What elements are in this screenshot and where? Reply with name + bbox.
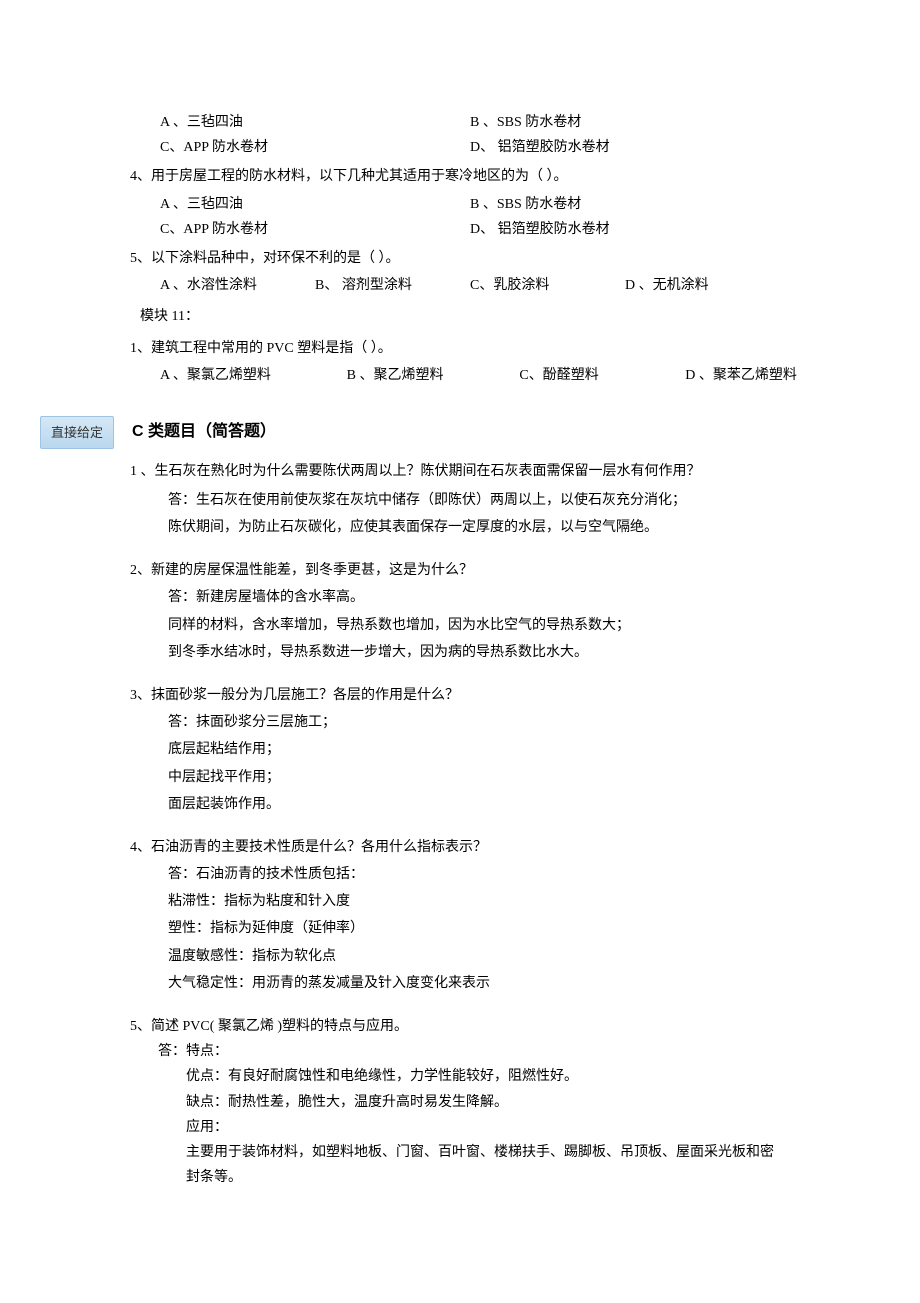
c2-question: 2、新建的房屋保温性能差，到冬季更甚，这是为什么？ [130, 558, 780, 583]
c5-question: 5、简述 PVC( 聚氯乙烯 )塑料的特点与应用。 [130, 1014, 780, 1039]
answer-line: 答：新建房屋墙体的含水率高。 [168, 585, 780, 610]
qa-1: 1 、生石灰在熟化时为什么需要陈伏两周以上？陈伏期间在石灰表面需保留一层水有何作… [140, 459, 780, 540]
answer-line: 底层起粘结作用； [168, 737, 780, 762]
qa-2: 2、新建的房屋保温性能差，到冬季更甚，这是为什么？ 答：新建房屋墙体的含水率高。… [140, 558, 780, 665]
option-d: D 、聚苯乙烯塑料 [685, 363, 851, 388]
c4-question: 4、石油沥青的主要技术性质是什么？各用什么指标表示？ [130, 835, 780, 860]
qa-3: 3、抹面砂浆一般分为几层施工？各层的作用是什么？ 答：抹面砂浆分三层施工； 底层… [140, 683, 780, 817]
option-a: A 、聚氯乙烯塑料 [160, 363, 347, 388]
module-11-heading: 模块 11： [140, 304, 780, 329]
option-d: D 、无机涂料 [625, 273, 780, 298]
option-a: A 、三毡四油 [160, 192, 470, 217]
page-root: A 、三毡四油 B 、SBS 防水卷材 C、APP 防水卷材 D、 铝箔塑胶防水… [0, 0, 920, 1268]
answer-line: 陈伏期间，为防止石灰碳化，应使其表面保存一定厚度的水层，以与空气隔绝。 [168, 515, 780, 540]
answer-line: 应用： [186, 1115, 780, 1140]
option-d: D、 铝箔塑胶防水卷材 [470, 135, 780, 160]
option-b: B 、SBS 防水卷材 [470, 110, 780, 135]
c3-answer: 答：抹面砂浆分三层施工； 底层起粘结作用； 中层起找平作用； 面层起装饰作用。 [168, 710, 780, 817]
question-4: 4、用于房屋工程的防水材料，以下几种尤其适用于寒冷地区的为（ ）。 [130, 164, 780, 189]
option-c: C、酚醛塑料 [519, 363, 685, 388]
answer-line: 优点：有良好耐腐蚀性和电绝缘性，力学性能较好，阻燃性好。 [186, 1064, 780, 1089]
option-c: C、乳胶涂料 [470, 273, 625, 298]
option-c: C、APP 防水卷材 [160, 135, 470, 160]
option-row: A 、三毡四油 B 、SBS 防水卷材 [160, 192, 780, 217]
c1-answer: 答：生石灰在使用前使灰浆在灰坑中储存（即陈伏）两周以上，以使石灰充分消化； 陈伏… [168, 488, 780, 540]
answer-line: 面层起装饰作用。 [168, 792, 780, 817]
option-b: B、 溶剂型涂料 [315, 273, 470, 298]
answer-line: 答：特点： [158, 1039, 780, 1064]
section-c-heading-row: 直接给定 C 类题目（简答题） [40, 416, 780, 449]
content-column: A 、三毡四油 B 、SBS 防水卷材 C、APP 防水卷材 D、 铝箔塑胶防水… [140, 110, 780, 1190]
answer-line: 粘滞性：指标为粘度和针入度 [168, 889, 780, 914]
option-row: A 、三毡四油 B 、SBS 防水卷材 [160, 110, 780, 135]
option-row: C、APP 防水卷材 D、 铝箔塑胶防水卷材 [160, 135, 780, 160]
answer-line: 答：石油沥青的技术性质包括： [168, 862, 780, 887]
answer-line: 大气稳定性：用沥青的蒸发减量及针入度变化来表示 [168, 971, 780, 996]
question-5: 5、以下涂料品种中，对环保不利的是（ ）。 [130, 246, 780, 271]
answer-line: 答：抹面砂浆分三层施工； [168, 710, 780, 735]
answer-line: 主要用于装饰材料，如塑料地板、门窗、百叶窗、楼梯扶手、踢脚板、吊顶板、屋面采光板… [186, 1140, 780, 1190]
option-b: B 、SBS 防水卷材 [470, 192, 780, 217]
answer-line: 塑性：指标为延伸度（延伸率） [168, 916, 780, 941]
c4-answer: 答：石油沥青的技术性质包括： 粘滞性：指标为粘度和针入度 塑性：指标为延伸度（延… [168, 862, 780, 996]
answer-line: 温度敏感性：指标为软化点 [168, 944, 780, 969]
option-c: C、APP 防水卷材 [160, 217, 470, 242]
option-row: A 、聚氯乙烯塑料 B 、聚乙烯塑料 C、酚醛塑料 D 、聚苯乙烯塑料 [160, 363, 851, 388]
option-b: B 、聚乙烯塑料 [347, 363, 520, 388]
c3-question: 3、抹面砂浆一般分为几层施工？各层的作用是什么？ [130, 683, 780, 708]
option-row: C、APP 防水卷材 D、 铝箔塑胶防水卷材 [160, 217, 780, 242]
c1-question: 1 、生石灰在熟化时为什么需要陈伏两周以上？陈伏期间在石灰表面需保留一层水有何作… [130, 459, 780, 486]
option-a: A 、三毡四油 [160, 110, 470, 135]
option-a: A 、水溶性涂料 [160, 273, 315, 298]
answer-line: 答：生石灰在使用前使灰浆在灰坑中储存（即陈伏）两周以上，以使石灰充分消化； [168, 488, 780, 513]
option-row: A 、水溶性涂料 B、 溶剂型涂料 C、乳胶涂料 D 、无机涂料 [160, 273, 780, 298]
answer-line: 到冬季水结冰时，导热系数进一步增大，因为病的导热系数比水大。 [168, 640, 780, 665]
c5-answer: 答：特点： 优点：有良好耐腐蚀性和电绝缘性，力学性能较好，阻燃性好。 缺点：耐热… [158, 1039, 780, 1190]
qa-5: 5、简述 PVC( 聚氯乙烯 )塑料的特点与应用。 答：特点： 优点：有良好耐腐… [140, 1014, 780, 1190]
section-c-title: C 类题目（简答题） [132, 418, 276, 447]
option-d: D、 铝箔塑胶防水卷材 [470, 217, 780, 242]
c2-answer: 答：新建房屋墙体的含水率高。 同样的材料，含水率增加，导热系数也增加，因为水比空… [168, 585, 780, 665]
answer-line: 中层起找平作用； [168, 765, 780, 790]
answer-line: 缺点：耐热性差，脆性大，温度升高时易发生降解。 [186, 1090, 780, 1115]
badge-direct: 直接给定 [40, 416, 114, 449]
qa-4: 4、石油沥青的主要技术性质是什么？各用什么指标表示？ 答：石油沥青的技术性质包括… [140, 835, 780, 996]
module11-q1: 1、建筑工程中常用的 PVC 塑料是指（ ）。 [130, 336, 780, 361]
answer-line: 同样的材料，含水率增加，导热系数也增加，因为水比空气的导热系数大； [168, 613, 780, 638]
